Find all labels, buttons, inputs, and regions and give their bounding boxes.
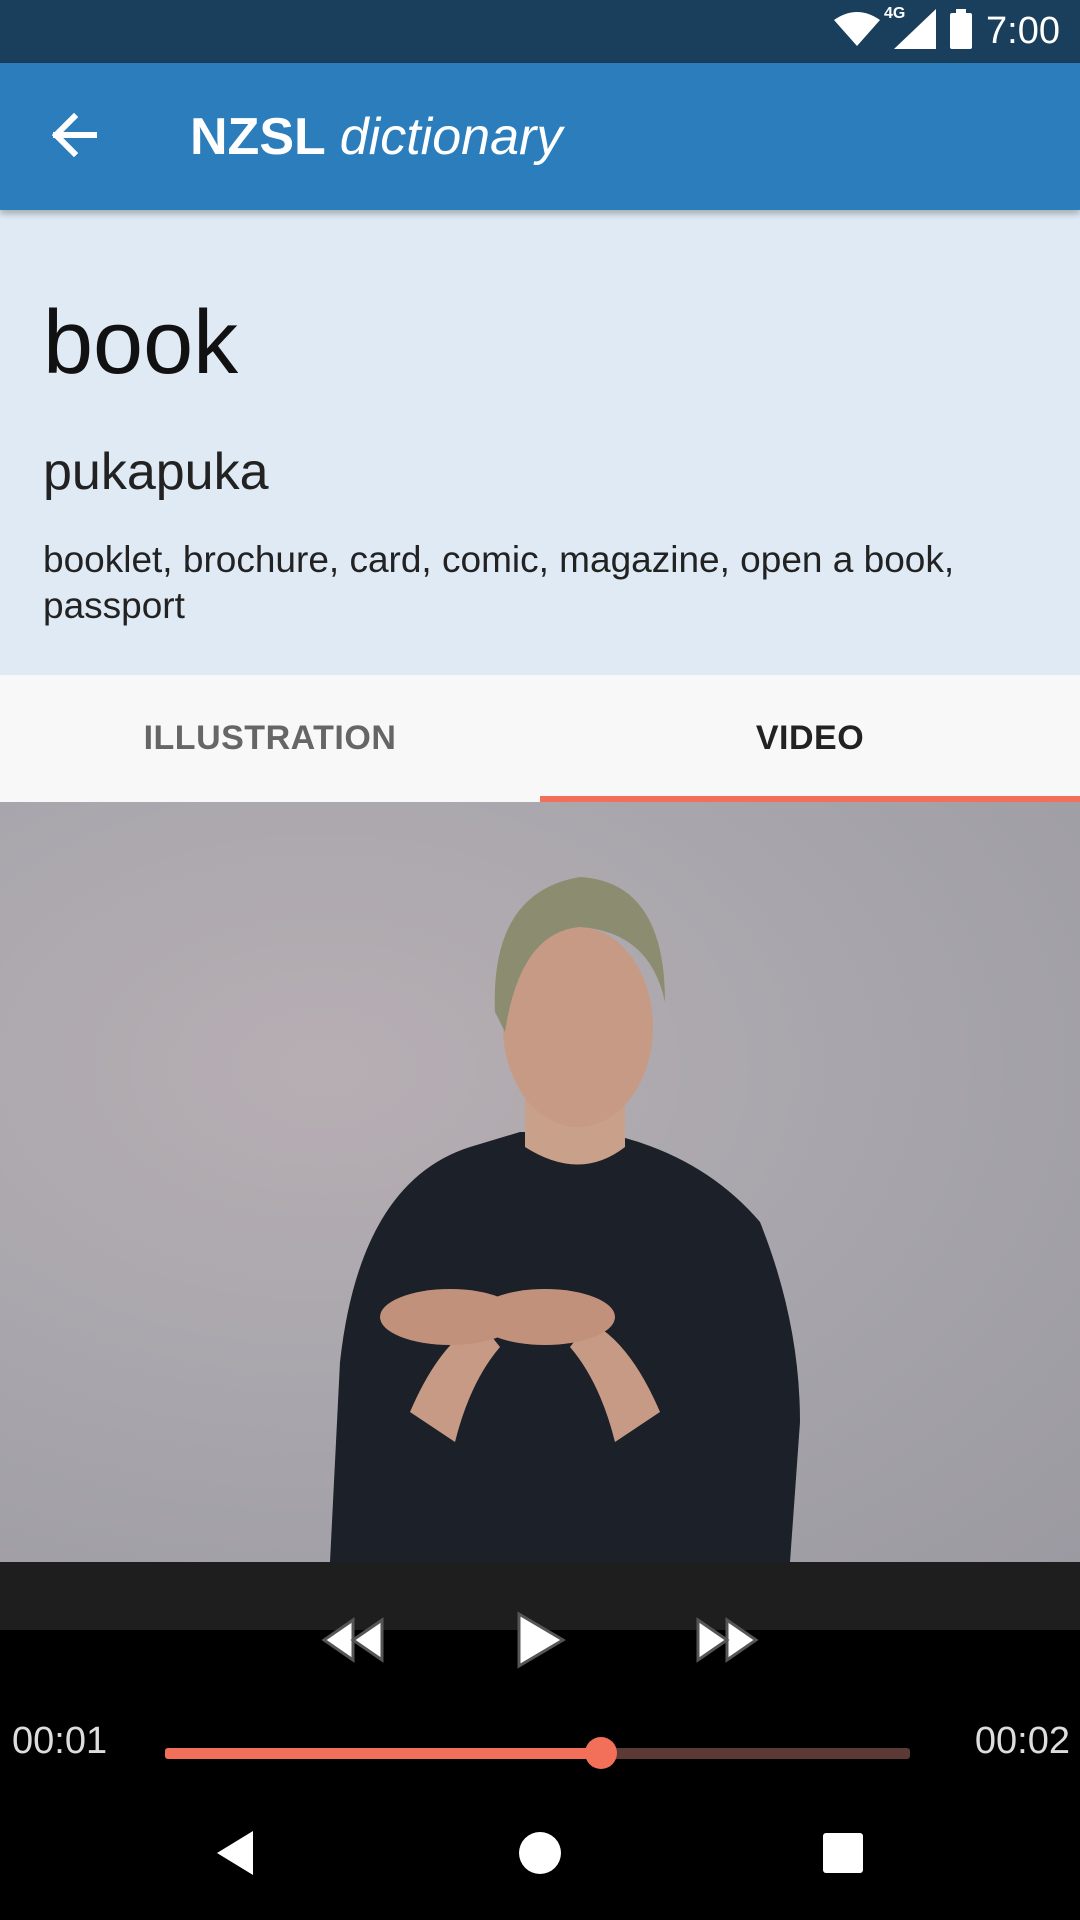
- back-button[interactable]: [40, 103, 108, 171]
- nav-back-button[interactable]: [200, 1820, 270, 1890]
- rewind-icon: [320, 1616, 386, 1669]
- app-title: NZSL dictionary: [190, 63, 562, 210]
- entry-related-words: booklet, brochure, card, comic, magazine…: [43, 539, 955, 626]
- tab-video[interactable]: VIDEO: [540, 675, 1080, 802]
- system-nav-bar: [0, 1790, 1080, 1920]
- entry-header: book pukapuka booklet, brochure, card, c…: [0, 210, 1080, 675]
- battery-icon: [950, 9, 973, 54]
- play-button[interactable]: [505, 1606, 575, 1678]
- tab-bar: ILLUSTRATION VIDEO: [0, 675, 1080, 802]
- play-icon: [513, 1610, 567, 1675]
- status-bar: 4G 7:00: [0, 0, 1080, 63]
- nav-recents-icon: [823, 1832, 863, 1878]
- fast-forward-icon: [694, 1616, 760, 1669]
- status-time: 7:00: [986, 10, 1060, 52]
- wifi-icon: [834, 12, 881, 51]
- video-frame-signer: [330, 877, 800, 1562]
- video-player[interactable]: [0, 802, 1080, 1562]
- status-icons: 4G 7:00: [834, 0, 1060, 63]
- network-type-label: 4G: [884, 5, 906, 22]
- seek-bar-thumb[interactable]: [584, 1737, 617, 1769]
- duration-time: 00:02: [974, 1720, 1070, 1762]
- nav-back-icon: [213, 1829, 257, 1882]
- tab-illustration[interactable]: ILLUSTRATION: [0, 675, 540, 802]
- arrow-back-icon: [50, 112, 98, 162]
- nav-home-button[interactable]: [505, 1820, 575, 1890]
- nav-recents-button[interactable]: [808, 1820, 878, 1890]
- fast-forward-button[interactable]: [692, 1612, 762, 1672]
- seek-bar-progress: [165, 1748, 601, 1759]
- cellular-signal-icon: 4G: [884, 5, 937, 54]
- seek-bar[interactable]: [165, 1737, 910, 1769]
- app-title-brand: NZSL: [190, 107, 326, 166]
- entry-word: book: [43, 293, 239, 393]
- app-title-subtitle: dictionary: [339, 107, 563, 166]
- rewind-button[interactable]: [318, 1612, 388, 1672]
- nav-home-icon: [518, 1831, 562, 1880]
- app-bar: NZSL dictionary: [0, 63, 1080, 210]
- current-time: 00:01: [12, 1720, 108, 1762]
- player-controls: 00:01 00:02: [0, 1562, 1080, 1790]
- entry-maori: pukapuka: [43, 443, 269, 501]
